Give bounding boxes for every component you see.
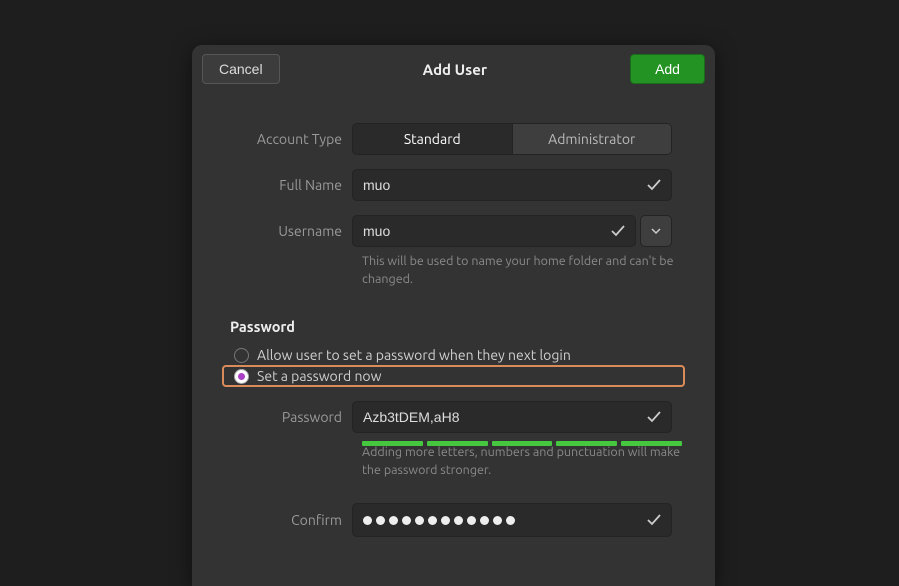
radio-password-now[interactable]: Set a password now <box>222 365 685 387</box>
chevron-down-icon <box>651 226 661 236</box>
password-dots <box>363 516 515 525</box>
confirm-label: Confirm <box>222 512 352 528</box>
username-hint: This will be used to name your home fold… <box>362 253 682 288</box>
radio-icon <box>234 369 249 384</box>
username-dropdown[interactable] <box>640 215 672 247</box>
account-type-label: Account Type <box>222 131 352 147</box>
account-type-administrator[interactable]: Administrator <box>512 124 672 154</box>
username-label: Username <box>222 223 352 239</box>
password-label: Password <box>222 409 352 425</box>
account-type-group: Standard Administrator <box>352 123 672 155</box>
dialog-header: Cancel Add User Add <box>192 45 715 93</box>
radio-icon <box>234 348 249 363</box>
add-button[interactable]: Add <box>630 54 705 84</box>
username-field[interactable] <box>352 215 636 247</box>
fullname-field[interactable] <box>352 169 672 201</box>
radio-label: Set a password now <box>257 368 381 384</box>
password-field[interactable] <box>352 401 672 433</box>
password-hint: Adding more letters, numbers and punctua… <box>362 444 682 479</box>
radio-password-later[interactable]: Allow user to set a password when they n… <box>222 345 685 365</box>
confirm-field[interactable] <box>352 503 672 537</box>
password-section-title: Password <box>230 318 685 335</box>
radio-label: Allow user to set a password when they n… <box>257 347 571 363</box>
fullname-label: Full Name <box>222 177 352 193</box>
dialog-content: Account Type Standard Administrator Full… <box>192 93 715 586</box>
cancel-button[interactable]: Cancel <box>202 54 280 84</box>
add-user-dialog: Cancel Add User Add Account Type Standar… <box>192 45 715 586</box>
account-type-standard[interactable]: Standard <box>353 124 512 154</box>
dialog-title: Add User <box>423 61 487 78</box>
